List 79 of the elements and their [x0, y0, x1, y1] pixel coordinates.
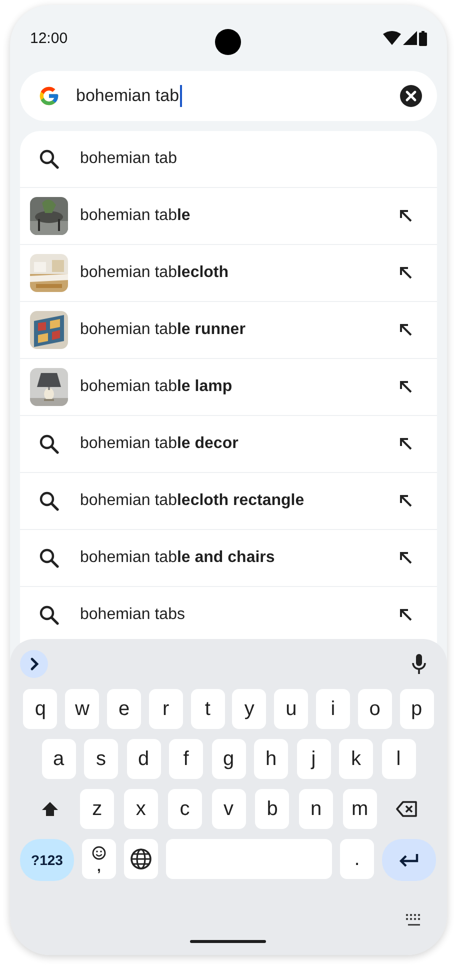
suggestion-row[interactable]: bohemian table and chairs — [20, 530, 437, 587]
suggestion-row[interactable]: bohemian tablecloth rectangle — [20, 473, 437, 530]
insert-arrow-icon[interactable] — [399, 209, 413, 223]
letter-key[interactable]: u — [274, 689, 308, 729]
letter-key[interactable]: f — [169, 739, 203, 779]
suggestion-row[interactable]: bohemian table runner — [20, 302, 437, 359]
letter-key[interactable]: l — [382, 739, 416, 779]
keyboard-icon[interactable] — [405, 913, 423, 927]
search-field[interactable]: bohemian tab — [20, 71, 437, 121]
microphone-icon[interactable] — [411, 653, 427, 675]
letter-key[interactable]: b — [255, 789, 290, 829]
letter-key[interactable]: z — [80, 789, 114, 829]
insert-arrow-icon[interactable] — [399, 551, 413, 565]
letter-key[interactable]: t — [190, 689, 225, 729]
insert-arrow-icon[interactable] — [399, 608, 413, 622]
suggestion-text: bohemian tablecloth rectangle — [80, 492, 306, 510]
clear-icon[interactable] — [399, 84, 423, 108]
letter-key[interactable]: h — [254, 739, 288, 779]
emoji-key[interactable]: , — [82, 839, 116, 879]
search-icon — [39, 605, 59, 625]
letter-key[interactable]: n — [299, 789, 334, 829]
suggestion-text: bohemian tablecloth — [80, 264, 230, 282]
suggestion-text: bohemian table and chairs — [80, 549, 276, 567]
letter-key[interactable]: c — [168, 789, 202, 829]
search-icon — [39, 491, 59, 511]
symbols-key[interactable]: ?123 — [20, 839, 74, 881]
letter-key[interactable]: d — [126, 739, 160, 779]
letter-key[interactable]: a — [42, 739, 76, 779]
letter-key[interactable]: q — [23, 689, 58, 729]
letter-key[interactable]: y — [232, 689, 266, 729]
period-key[interactable]: . — [340, 839, 374, 879]
shift-icon — [41, 801, 60, 817]
comma-label: , — [97, 860, 101, 872]
language-key[interactable] — [124, 839, 158, 879]
letter-key[interactable]: j — [296, 739, 330, 779]
suggestion-row[interactable]: bohemian table lamp — [20, 359, 437, 416]
globe-icon — [130, 848, 152, 870]
search-icon — [39, 149, 59, 169]
suggestion-row[interactable]: bohemian tablecloth — [20, 245, 437, 302]
letter-key[interactable]: w — [65, 689, 100, 729]
letter-key[interactable]: k — [339, 739, 373, 779]
letter-key[interactable]: x — [124, 789, 158, 829]
backspace-icon — [396, 801, 418, 817]
letter-key[interactable]: s — [84, 739, 118, 779]
letter-key[interactable]: p — [400, 689, 434, 729]
expand-icon[interactable] — [20, 650, 48, 678]
insert-arrow-icon[interactable] — [399, 380, 413, 394]
smiley-icon — [92, 846, 106, 860]
suggestion-text: bohemian table lamp — [80, 378, 234, 396]
letter-key[interactable]: i — [316, 689, 350, 729]
suggestion-row[interactable]: bohemian table — [20, 188, 437, 245]
wifi-icon — [383, 31, 401, 45]
enter-key[interactable] — [382, 839, 436, 881]
camera-cutout — [215, 29, 241, 55]
google-logo-icon — [38, 85, 60, 107]
battery-icon — [419, 30, 427, 46]
suggestion-text: bohemian table — [80, 207, 192, 225]
suggestion-text: bohemian tabs — [80, 606, 186, 624]
search-icon — [39, 434, 59, 454]
letter-key[interactable]: m — [342, 789, 377, 829]
insert-arrow-icon[interactable] — [399, 494, 413, 508]
letter-key[interactable]: o — [358, 689, 392, 729]
search-icon — [39, 548, 59, 568]
letter-key[interactable]: r — [148, 689, 183, 729]
letter-key[interactable]: g — [212, 739, 246, 779]
letter-key[interactable]: v — [212, 789, 246, 829]
suggestion-text: bohemian table decor — [80, 435, 240, 453]
suggestion-text: bohemian table runner — [80, 321, 246, 339]
enter-icon — [397, 852, 421, 868]
insert-arrow-icon[interactable] — [399, 437, 413, 451]
letter-key[interactable]: e — [107, 689, 141, 729]
suggestion-text: bohemian tab — [80, 150, 178, 168]
status-time: 12:00 — [30, 30, 68, 46]
suggestion-row[interactable]: bohemian tab — [20, 131, 437, 188]
signal-icon — [403, 31, 417, 45]
insert-arrow-icon[interactable] — [399, 266, 413, 280]
text-cursor — [180, 85, 182, 107]
suggestion-row[interactable]: bohemian table decor — [20, 416, 437, 473]
insert-arrow-icon[interactable] — [399, 323, 413, 337]
